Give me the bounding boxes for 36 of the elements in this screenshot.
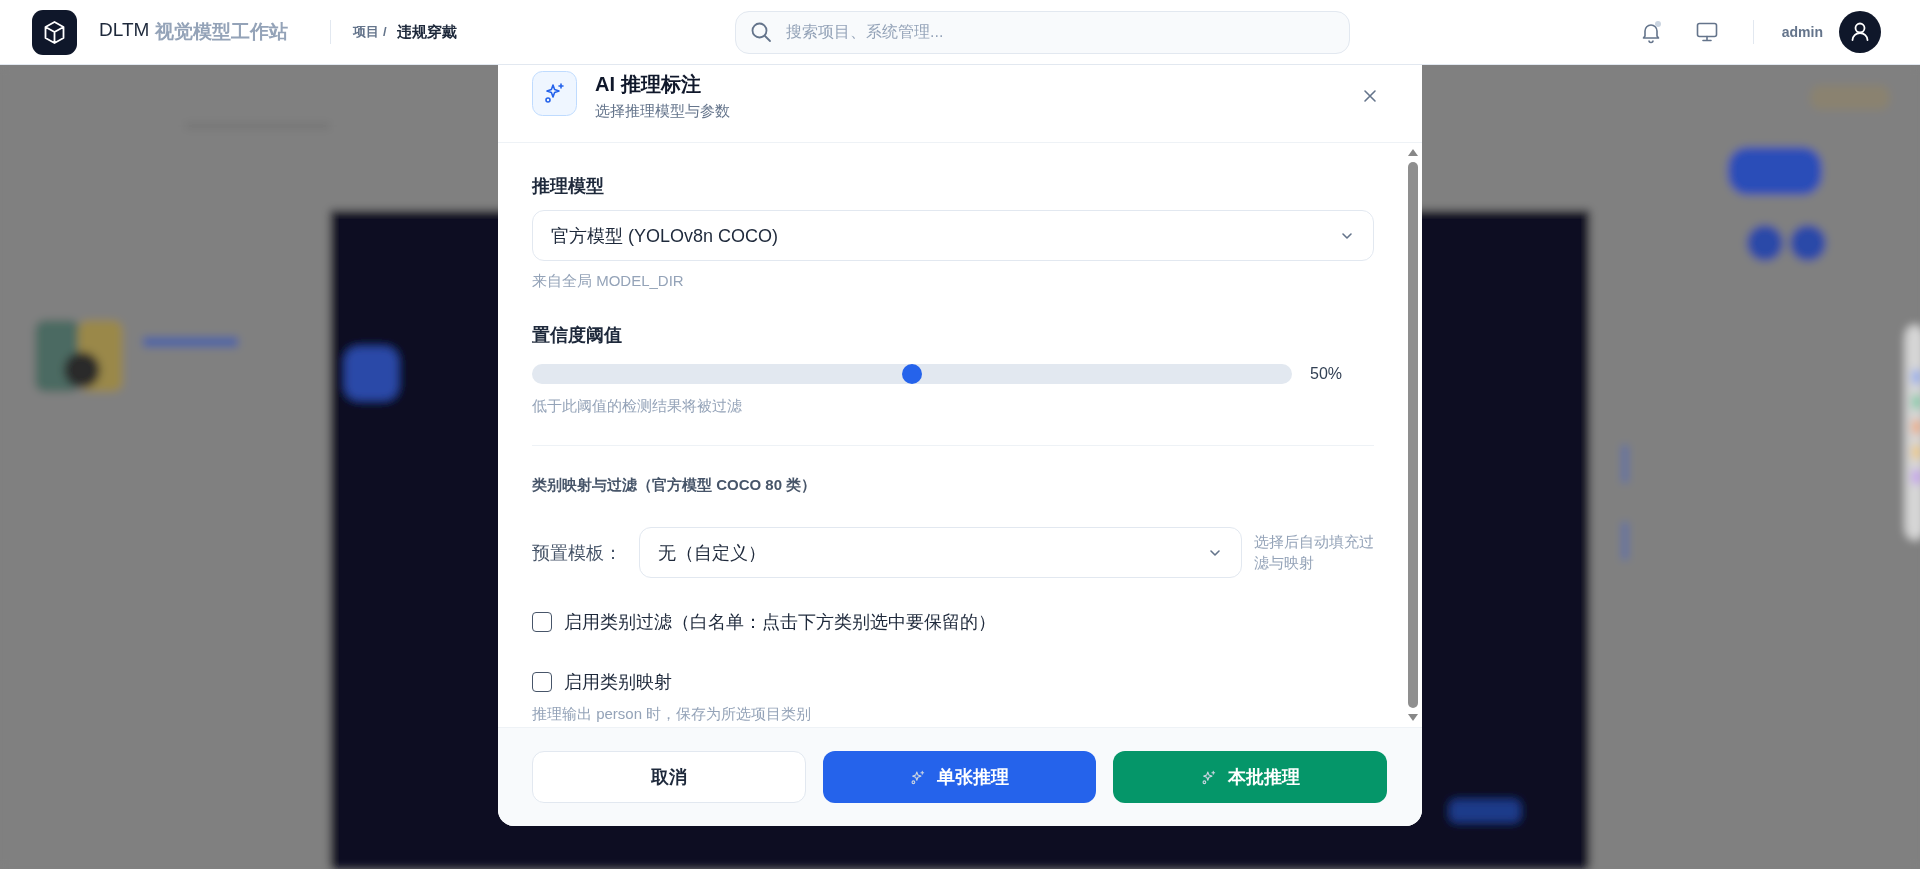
- field-label: 预置模板：: [532, 541, 623, 565]
- sparkle-icon: [1200, 769, 1216, 785]
- close-icon: [1362, 88, 1378, 104]
- template-select[interactable]: 无（自定义）: [639, 527, 1242, 578]
- dialog-subtitle: 选择推理模型与参数: [595, 102, 731, 121]
- user-name[interactable]: admin: [1781, 24, 1823, 40]
- checkbox[interactable]: [532, 612, 552, 632]
- field-label: 推理模型: [532, 175, 605, 198]
- checkbox[interactable]: [532, 672, 552, 692]
- field-hint: 来自全局 MODEL_DIR: [532, 272, 685, 291]
- slider-thumb[interactable]: [902, 364, 922, 384]
- app-title: DLTM: [99, 19, 150, 42]
- checkbox-option[interactable]: 启用类别映射: [532, 670, 672, 694]
- field-hint: 推理输出 person 时，保存为所选项目类别: [532, 705, 813, 724]
- sparkle-icon: [910, 769, 925, 785]
- confidence-slider[interactable]: [532, 364, 1292, 384]
- cancel-button[interactable]: 取消: [532, 751, 806, 803]
- breadcrumb-link[interactable]: 项目 /: [353, 23, 387, 41]
- checkbox-option[interactable]: 启用类别过滤（白名单：点击下方类别选中要保留的）: [532, 610, 996, 634]
- field-hint: 低于此阈值的检测结果将被过滤: [532, 397, 743, 416]
- slider-value: 50%: [1310, 365, 1343, 383]
- avatar-icon[interactable]: [1839, 11, 1881, 53]
- breadcrumb-current: 违规穿戴: [396, 22, 457, 42]
- app-subtitle: 视觉模型工作站: [155, 20, 289, 44]
- logo-cube-icon: [32, 9, 77, 55]
- search-icon: [750, 20, 772, 43]
- dialog-title: AI 推理标注: [595, 72, 702, 97]
- field-hint: 选择后自动填充过滤与映射: [1254, 532, 1374, 573]
- inference-button[interactable]: 单张推理: [822, 751, 1097, 803]
- search-field[interactable]: 搜索项目、系统管理...: [735, 10, 1350, 54]
- monitor-icon[interactable]: [1694, 20, 1719, 44]
- model-select[interactable]: 官方模型 (YOLOv8n COCO): [532, 210, 1374, 261]
- section-title: 类别映射与过滤（官方模型 COCO 80 类）: [532, 476, 818, 495]
- inference-button[interactable]: 本批推理: [1113, 751, 1387, 803]
- field-label: 置信度阈值: [532, 324, 623, 347]
- sparkle-icon: [532, 71, 577, 116]
